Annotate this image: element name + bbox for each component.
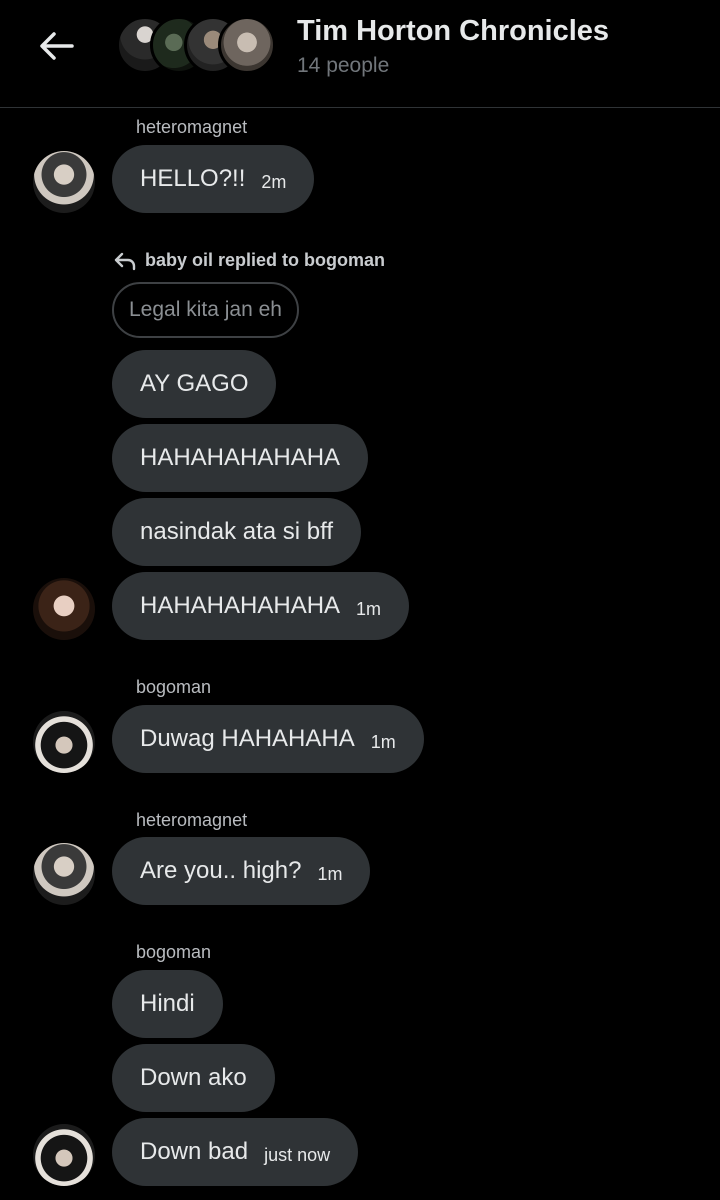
avatar[interactable] [33,843,95,905]
avatar[interactable] [33,578,95,640]
avatar[interactable] [33,1124,95,1186]
message-time: 1m [356,598,382,619]
message-bubble[interactable]: Hindi [112,970,223,1038]
group-member-avatar [218,16,276,74]
back-button[interactable] [34,24,78,68]
group-avatars[interactable] [116,16,276,74]
sender-name: heteromagnet [136,117,248,137]
sender-name: heteromagnet [136,810,248,830]
avatar[interactable] [33,151,95,213]
message-text: nasindak ata si bff [140,518,334,545]
message-text: HAHAHAHAHAHA [140,444,341,471]
reply-arrow-icon [114,252,136,270]
message-text: Down ako [140,1064,247,1091]
message-time: 1m [370,731,396,752]
message-bubble[interactable]: Duwag HAHAHAHA 1m [112,705,424,773]
reply-indicator: baby oil replied to bogoman [113,250,385,271]
message-bubble[interactable]: Down bad just now [112,1118,359,1186]
message-bubble[interactable]: Are you.. high? 1m [112,837,371,905]
member-count: 14 people [297,54,390,77]
message-time: 2m [261,171,287,192]
conversation-title: Tim Horton Chronicles [297,15,610,47]
sender-name: bogoman [136,677,212,697]
quoted-message[interactable]: Legal kita jan eh [112,282,299,338]
message-time: 1m [317,863,343,884]
message-time: just now [264,1144,331,1165]
message-bubble[interactable]: AY GAGO [112,350,277,418]
conversation-header: Tim Horton Chronicles 14 people [0,0,720,108]
message-text: Down bad [140,1138,249,1165]
sender-name: bogoman [136,942,212,962]
message-text: Are you.. high? [140,857,302,884]
message-bubble[interactable]: HAHAHAHAHAHA 1m [112,572,410,640]
reply-text: baby oil replied to bogoman [145,250,386,270]
message-text: HAHAHAHAHAHA [140,592,341,619]
message-text: Hindi [140,990,195,1017]
message-bubble[interactable]: Down ako [112,1044,275,1112]
conversation-info[interactable]: Tim Horton Chronicles 14 people [297,14,609,78]
message-bubble[interactable]: nasindak ata si bff [112,498,362,566]
message-text: HELLO?!! [140,165,246,192]
arrow-left-icon [40,32,74,60]
message-bubble[interactable]: HELLO?!! 2m [112,145,315,213]
message-text: Duwag HAHAHAHA [140,725,355,752]
message-text: AY GAGO [140,370,249,397]
avatar[interactable] [33,711,95,773]
message-bubble[interactable]: HAHAHAHAHAHA [112,424,369,492]
